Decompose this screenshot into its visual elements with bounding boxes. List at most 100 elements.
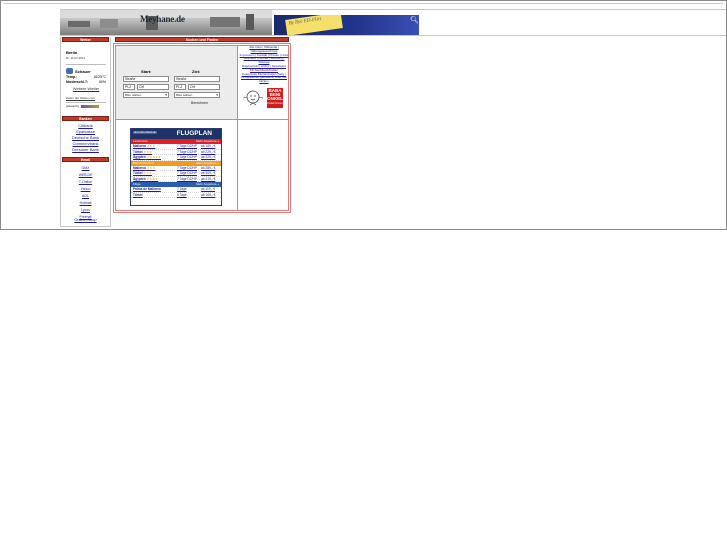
offer-duration: 7 Tage: [177, 187, 187, 191]
offer-price: ab 169,- €: [201, 192, 216, 197]
email-link[interactable]: Hotmail: [62, 200, 109, 207]
panel-divider: [237, 45, 238, 211]
email-link[interactable]: GMX: [62, 165, 109, 172]
promo-link[interactable]: Kostenlose Kleinanzeigen Baby / Kindersa…: [239, 72, 289, 84]
bank-link[interactable]: Dresdner Bank: [62, 147, 109, 153]
target-street-input[interactable]: Straße: [174, 76, 220, 82]
panel-divider: [115, 119, 289, 120]
rain-label: Niederschl.?:: [66, 80, 89, 84]
offer-price: ab 309,- €: [201, 171, 216, 175]
top-divider: [4, 3, 723, 4]
offer-duration: 6 Tage: [177, 192, 187, 197]
banks-list: Citibank Sparkasse Deutsche Bank Commerz…: [62, 123, 109, 153]
offer-price: ab 229,- €: [201, 149, 216, 154]
flight-plan-widget: ab-in-den-urlaub.de FLUGPLAN Lastminute …: [130, 128, 222, 206]
offer-list: Palma de Mallorca 7 Tage ab 119,- € Türk…: [131, 187, 221, 198]
more-weather-link[interactable]: Weitere Wetter: [66, 86, 106, 91]
temp-value: 16/25°C: [93, 75, 106, 79]
offer-dest: Mallorca: [133, 144, 146, 148]
skyline-building: [246, 14, 254, 30]
email-link[interactable]: T-Online: [62, 179, 109, 186]
flight-plan-header: ab-in-den-urlaub.de FLUGPLAN: [131, 129, 221, 139]
banks-header: Banken: [62, 116, 109, 121]
offer-dest: Türkei: [133, 192, 143, 197]
start-label: Start:: [141, 69, 152, 74]
flight-plan-title: FLUGPLAN: [176, 130, 212, 137]
flight-source[interactable]: ab-in-den-urlaub.de: [133, 131, 157, 134]
offer-row[interactable]: Türkei 6 Tage ab 169,- €: [131, 192, 221, 198]
weather-condition: Schauer: [66, 68, 106, 74]
offer-duration: 7 Tage DZ/HP: [177, 155, 197, 159]
baba-sub: Kinderzimmer: [267, 101, 283, 105]
offer-dest: Ägypten: [133, 155, 146, 159]
offer-list: Mallorca ★★★ 7 Tage DZ/HP ab 289,- € Tür…: [131, 165, 221, 182]
start-ort-input[interactable]: Ort: [137, 84, 169, 90]
star-rating: ★★★★★: [146, 155, 161, 159]
baba-line: ONKEL: [267, 96, 283, 102]
email-link[interactable]: AOL: [62, 193, 109, 200]
ad-note: By Bye ED-Flirt: [285, 15, 343, 35]
weather-temp-row: Temp.: 16/25°C: [66, 75, 106, 79]
star-rating: ★★★: [146, 144, 156, 148]
offer-duration: 7 Tage DZ/HP: [177, 149, 197, 154]
email-link[interactable]: Yahoo: [62, 186, 109, 193]
offer-price: ab 189,- €: [201, 144, 216, 148]
skyline-building: [68, 21, 90, 27]
calculate-button[interactable]: Berechnen: [191, 101, 208, 105]
online-shop-link[interactable]: Online-Shop: [62, 217, 109, 222]
offer-dest: Mallorca: [133, 165, 146, 170]
offer-price: ab 119,- €: [201, 187, 216, 191]
baby-face-icon[interactable]: [242, 88, 264, 108]
start-street-input[interactable]: Straße: [123, 76, 169, 82]
email-header: Email: [62, 157, 109, 162]
target-ort-input[interactable]: Ort: [188, 84, 220, 90]
offer-duration: 7 Tage DZ/HP: [177, 144, 197, 148]
offer-duration: 7 Tage DZ/HP: [177, 176, 197, 181]
partner-logo: [80, 105, 99, 108]
skyline-building: [210, 17, 240, 27]
offer-dest: Türkei: [133, 171, 143, 175]
weather-date: Di. 11.07.2011: [66, 56, 86, 60]
weather-partner[interactable]: powered by: [66, 105, 106, 108]
offer-list: Mallorca ★★★ 7 Tage DZ/HP ab 189,- € Tür…: [131, 144, 221, 161]
email-link[interactable]: Lycos: [62, 207, 109, 214]
target-country-select[interactable]: Bitte wählen: [174, 92, 220, 98]
divider: [66, 64, 106, 65]
search-icon[interactable]: 🔍︎: [410, 16, 419, 24]
start-country-select[interactable]: Bitte wählen: [123, 92, 169, 98]
route-planner: [116, 46, 237, 119]
weather-source-link[interactable]: Daten der Wetter.com: [66, 96, 106, 100]
weather-condition-label: Schauer: [75, 68, 91, 74]
weather-header: Wetter: [62, 37, 109, 42]
offer-price: ab 289,- €: [201, 165, 216, 170]
skyline-building: [100, 19, 118, 28]
footer-links: Alle Infos | Wikipedia | Haftungsausschl…: [239, 45, 289, 84]
baba-logo[interactable]: BABA BENI ONKEL Kinderzimmer: [267, 88, 283, 108]
weather-widget: Berlin Di. 11.07.2011 Schauer Temp.: 16/…: [66, 50, 106, 108]
site-banner[interactable]: Meyhane.de: [60, 10, 272, 35]
offer-price: ab 419,- €: [201, 176, 216, 181]
ad-banner[interactable]: By Bye ED-Flirt: [274, 15, 419, 35]
site-logo: Meyhane.de: [140, 14, 185, 24]
weather-rain-row: Niederschl.?: 60%: [66, 80, 106, 84]
divider: [66, 102, 106, 103]
star-rating: ★★★: [143, 149, 153, 154]
temp-label: Temp.:: [66, 75, 78, 79]
offer-dest: Palma de Mallorca: [133, 187, 161, 191]
target-label: Ziel:: [192, 69, 201, 74]
email-link[interactable]: WEB.DE: [62, 172, 109, 179]
email-list: GMX WEB.DE T-Online Yahoo AOL Hotmail Ly…: [62, 165, 109, 221]
offer-dest: Ägypten: [133, 176, 146, 181]
main-header: Suchen und Finden: [115, 37, 289, 42]
star-rating: ★★★: [143, 171, 153, 175]
star-rating: ★★★: [146, 165, 156, 170]
offer-duration: 7 Tage DZ/HP: [177, 165, 197, 170]
offer-duration: 7 Tage DZ/HP: [177, 171, 197, 175]
target-plz-input[interactable]: PLZ: [174, 84, 186, 90]
rain-cloud-icon: [66, 68, 73, 74]
offer-dest: Türkei: [133, 149, 143, 154]
weather-city: Berlin: [66, 50, 78, 55]
rain-value: 60%: [98, 80, 106, 84]
start-plz-input[interactable]: PLZ: [123, 84, 135, 90]
partner-label: powered by: [66, 105, 79, 108]
